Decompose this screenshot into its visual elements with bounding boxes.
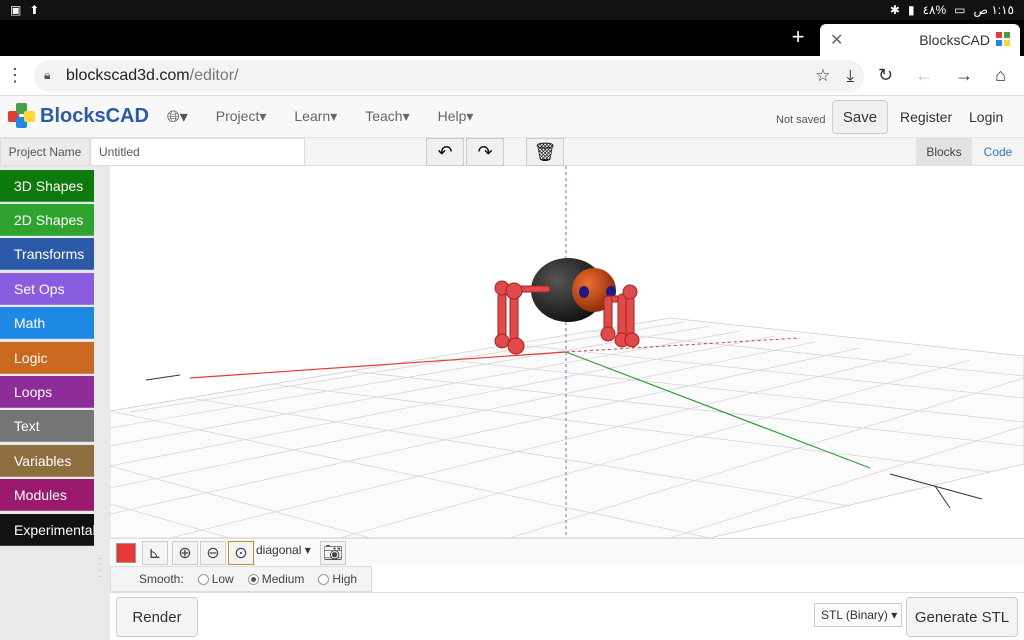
ground-grid	[110, 317, 1024, 538]
back-icon[interactable]: ←	[915, 65, 933, 86]
smooth-high-option[interactable]: High	[310, 572, 357, 586]
save-button[interactable]: Save	[832, 100, 888, 134]
category-variables[interactable]: Variables	[0, 445, 94, 477]
smooth-label: Smooth:	[139, 572, 184, 586]
home-icon[interactable]: ⌂	[995, 65, 1006, 86]
category-set-ops[interactable]: Set Ops	[0, 273, 94, 305]
url-path: /editor/	[189, 66, 239, 84]
lock-icon: 🔒︎	[44, 68, 51, 82]
app-header: BlocksCAD 🌐︎▾ Project▾ Learn▾ Teach▾ Hel…	[0, 96, 1024, 138]
battery-percentage: ٤٨%	[922, 3, 947, 17]
vibrate-icon: ▮	[907, 3, 915, 17]
blockscad-logo[interactable]: BlocksCAD	[8, 102, 149, 131]
project-name-input[interactable]	[90, 138, 305, 166]
category-experimental[interactable]: Experimental	[0, 514, 96, 546]
new-tab-icon[interactable]: +	[786, 26, 810, 50]
viewer-controls: ⊾ ⊕ ⊖ ⊙ diagonal ▾ 📷︎	[110, 538, 1024, 566]
smooth-low-option[interactable]: Low	[190, 572, 234, 586]
stl-format-select[interactable]: STL (Binary) ▾	[814, 603, 902, 627]
forward-icon[interactable]: →	[955, 65, 973, 86]
axes-icon: ⊾	[148, 545, 162, 562]
category-modules[interactable]: Modules	[0, 479, 94, 511]
redo-icon: ↷	[477, 141, 493, 162]
menu-teach[interactable]: Teach▾	[365, 108, 409, 125]
language-globe-icon[interactable]: 🌐︎▾	[167, 107, 188, 127]
category-transforms[interactable]: Transforms	[0, 238, 94, 270]
target-icon: ⊙	[234, 545, 248, 562]
reset-view-button[interactable]: ⊙	[228, 541, 254, 565]
smooth-medium-option[interactable]: Medium	[240, 572, 304, 586]
category-2d-shapes[interactable]: 2D Shapes	[0, 204, 94, 236]
browser-menu-icon[interactable]: ⋮	[0, 65, 30, 86]
bookmark-star-icon[interactable]: ☆	[815, 66, 830, 86]
register-link[interactable]: Register	[900, 109, 952, 125]
save-status: Not saved	[776, 114, 826, 126]
url-host: blockscad3d.com	[66, 66, 190, 84]
render-button[interactable]: Render	[116, 597, 198, 637]
favicon-icon	[996, 31, 1010, 49]
3d-scene	[110, 166, 1024, 538]
browser-address-bar: ⋮ 🔒︎ blockscad3d.com/editor/ ☆ ⤓ ↻ ← → ⌂	[0, 56, 1024, 96]
project-name-label: Project Name	[0, 138, 90, 166]
bluetooth-icon: ✱	[889, 3, 900, 17]
logo-text: BlocksCAD	[40, 105, 149, 127]
tab-title: BlocksCAD	[919, 32, 990, 48]
zoom-in-icon: ⊕	[178, 545, 192, 562]
redo-button[interactable]: ↷	[466, 138, 504, 166]
system-status-bar: ▣ ⬆ ✱ ▮ ٤٨% ▭ ١:١٥ ص	[0, 0, 1024, 20]
gallery-notification-icon: ▣	[10, 3, 22, 17]
trash-button[interactable]: 🗑︎	[526, 138, 564, 166]
category-text[interactable]: Text	[0, 410, 94, 442]
category-loops[interactable]: Loops	[0, 376, 94, 408]
login-link[interactable]: Login	[969, 109, 1003, 125]
url-field[interactable]: 🔒︎ blockscad3d.com/editor/ ☆ ⤓	[34, 59, 864, 92]
browser-tab-strip: + ✕ BlocksCAD	[0, 20, 1024, 56]
view-mode-select[interactable]: diagonal ▾	[256, 543, 311, 557]
undo-button[interactable]: ↶	[426, 138, 464, 166]
3d-viewport[interactable]	[110, 166, 1024, 538]
category-math[interactable]: Math	[0, 307, 94, 339]
menu-project[interactable]: Project▾	[216, 108, 267, 125]
category-logic[interactable]: Logic	[0, 342, 94, 374]
menu-learn[interactable]: Learn▾	[294, 108, 337, 125]
smooth-options: Smooth: Low Medium High	[110, 566, 372, 592]
reload-icon[interactable]: ↻	[878, 65, 893, 86]
zoom-in-button[interactable]: ⊕	[172, 541, 198, 565]
close-tab-icon[interactable]: ✕	[830, 30, 843, 50]
screenshot-button[interactable]: 📷︎	[320, 541, 346, 565]
tab-code[interactable]: Code	[972, 138, 1024, 166]
smooth-high-radio[interactable]	[318, 574, 330, 586]
logo-mark-icon	[8, 102, 36, 131]
generate-stl-button[interactable]: Generate STL	[906, 597, 1018, 637]
download-icon[interactable]: ⤓	[846, 66, 854, 86]
panel-splitter-handle[interactable]: · · · ·	[98, 554, 104, 586]
editor-toolbar: Project Name ↶ ↷ 🗑︎ Blocks Code	[0, 138, 1024, 166]
menu-help[interactable]: Help▾	[438, 108, 474, 125]
smooth-low-radio[interactable]	[197, 574, 209, 586]
browser-tab[interactable]: ✕ BlocksCAD	[820, 24, 1020, 56]
smooth-medium-radio[interactable]	[247, 574, 259, 586]
toggle-axes-button[interactable]: ⊾	[142, 541, 168, 565]
zoom-out-button[interactable]: ⊖	[200, 541, 226, 565]
render-bar: Render STL (Binary) ▾ Generate STL	[110, 592, 1024, 640]
tab-blocks[interactable]: Blocks	[916, 138, 972, 166]
trash-icon: 🗑︎	[533, 141, 557, 162]
undo-icon: ↶	[437, 141, 453, 162]
battery-icon: ▭	[954, 3, 966, 17]
clock: ١:١٥ ص	[973, 3, 1014, 17]
zoom-out-icon: ⊖	[206, 545, 220, 562]
model-color-picker[interactable]	[116, 543, 136, 563]
camera-icon: 📷︎	[322, 545, 344, 562]
block-categories: 3D Shapes 2D Shapes Transforms Set Ops M…	[0, 166, 110, 640]
category-3d-shapes[interactable]: 3D Shapes	[0, 170, 94, 202]
upload-notification-icon: ⬆	[29, 3, 40, 17]
